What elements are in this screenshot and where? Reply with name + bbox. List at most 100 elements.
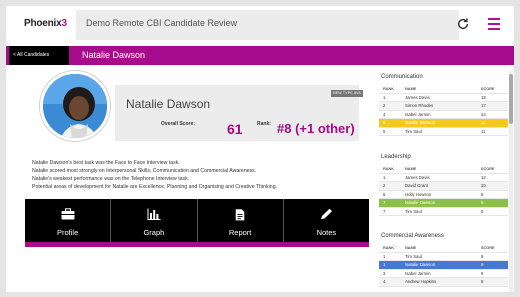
table-row[interactable]: 4 Andrew Hopkins 8 <box>379 278 508 287</box>
briefcase-icon <box>61 208 75 220</box>
action-tiles: Profile Graph Report Notes <box>25 199 369 247</box>
summary-line: Natalie Dawson's best task was the Face … <box>32 160 180 166</box>
status-badge: NEW TYPE AVA <box>331 90 363 97</box>
table-row[interactable]: 6 Holly Howson 6 <box>379 191 508 199</box>
name-column-header: NAME <box>405 246 417 250</box>
name-cell: Natalie Dawson <box>405 200 436 205</box>
score-cell: 5 <box>481 200 484 205</box>
score-cell: 18 <box>481 94 486 100</box>
table-row[interactable]: 1 James Davis 12 <box>379 174 508 182</box>
score-cell: 14 <box>481 111 486 117</box>
table-header: RANK NAME SCORE <box>379 85 508 94</box>
table-row[interactable]: 7 Tim Saul 5 <box>379 208 508 216</box>
pencil-icon <box>321 208 333 219</box>
table-row[interactable]: 2 David Grant 10 <box>379 182 508 191</box>
tile-label: Profile <box>56 228 79 237</box>
name-cell: Isabel Jarmin <box>405 270 431 276</box>
app-title: Demo Remote CBI Candidate Review <box>86 18 238 28</box>
hamburger-menu-icon[interactable] <box>488 18 500 30</box>
score-cell: 11 <box>481 120 486 125</box>
highlighted-table-row[interactable]: 7 Natalie Dawson 5 <box>379 199 508 208</box>
rank-cell: 5 <box>383 128 386 134</box>
table-row[interactable]: 1 Tim Saul 9 <box>379 253 508 261</box>
logo-accent: 3 <box>61 18 68 29</box>
rank-cell: 1 <box>383 174 386 180</box>
bar-chart-icon <box>147 208 161 220</box>
rank-cell: 2 <box>383 183 386 188</box>
rank-cell: 7 <box>383 208 386 214</box>
scrollbar-thumb[interactable] <box>509 74 513 124</box>
notes-tile-button[interactable]: Notes <box>284 199 369 247</box>
profile-name: Natalie Dawson <box>126 97 211 111</box>
commercial-awareness-title: Commercial Awareness <box>381 233 444 239</box>
name-column-header: NAME <box>405 167 417 171</box>
performance-summary: Natalie Dawson's best task was the Face … <box>32 159 362 191</box>
summary-line: Natalie scored most strongly on Interper… <box>32 168 257 174</box>
score-cell: 9 <box>481 270 484 276</box>
commercial-awareness-table: RANK NAME SCORE 1 Tim Saul 9 1 Natalie Daws… <box>379 244 508 287</box>
rank-cell: 7 <box>383 200 386 205</box>
name-cell: Tim Saul <box>405 253 422 259</box>
name-cell: Holly Howson <box>405 191 432 197</box>
name-column-header: NAME <box>405 87 417 91</box>
rank-cell: 5 <box>383 120 386 125</box>
rank-cell: 4 <box>383 279 386 284</box>
score-cell: 17 <box>481 103 486 108</box>
rank-cell: 1 <box>383 253 386 259</box>
name-cell: James Davis <box>405 174 430 180</box>
refresh-icon[interactable] <box>456 17 470 31</box>
profile-tile-button[interactable]: Profile <box>25 199 112 247</box>
score-column-header: SCORE <box>481 246 495 250</box>
rank-cell: 2 <box>383 103 386 108</box>
name-cell: Natalie Dawson <box>405 120 436 125</box>
rank-cell: 1 <box>383 262 386 267</box>
document-icon <box>235 209 245 221</box>
communication-table: RANK NAME SCORE 1 James Davis 18 2 Simon Rh… <box>379 85 508 136</box>
all-candidates-button[interactable]: < All Candidates <box>9 46 69 65</box>
table-header: RANK NAME SCORE <box>379 244 508 253</box>
logo-text: Phoenix <box>24 18 62 29</box>
graph-tile-button[interactable]: Graph <box>111 199 198 247</box>
name-cell: James Davis <box>405 94 430 100</box>
overall-score-label: Overall Score: <box>161 121 195 127</box>
overall-score-value: 61 <box>227 121 243 137</box>
name-cell: Tim Saul <box>405 128 422 134</box>
tile-label: Notes <box>316 228 337 237</box>
name-cell: Natalie Dawson <box>405 262 436 267</box>
table-row[interactable]: 5 Tim Saul 11 <box>379 128 508 136</box>
leadership-table: RANK NAME SCORE 1 James Davis 12 2 David Gr… <box>379 165 508 216</box>
rank-value: #8 (+1 other) <box>277 121 355 136</box>
score-column-header: SCORE <box>481 87 495 91</box>
rank-column-header: RANK <box>383 246 394 250</box>
table-row[interactable]: 4 Isabel Jarmin 14 <box>379 111 508 119</box>
score-cell: 12 <box>481 174 486 180</box>
header-candidate-name: Natalie Dawson <box>82 50 146 60</box>
score-cell: 5 <box>481 208 484 214</box>
report-tile-button[interactable]: Report <box>198 199 284 247</box>
summary-line: Potential areas of development for Natal… <box>32 184 278 190</box>
top-bar: Phoenix3 Demo Remote CBI Candidate Revie… <box>6 6 514 42</box>
table-header: RANK NAME SCORE <box>379 165 508 174</box>
name-cell: Tim Saul <box>405 208 422 214</box>
app-frame: Phoenix3 Demo Remote CBI Candidate Revie… <box>6 6 514 292</box>
score-cell: 10 <box>481 183 486 188</box>
rank-cell: 3 <box>383 270 386 276</box>
leadership-title: Leadership <box>381 154 411 160</box>
highlighted-table-row[interactable]: 5 Natalie Dawson 11 <box>379 119 508 128</box>
summary-line: Natalie's weakest performance was on the… <box>32 176 190 182</box>
communication-title: Communication <box>381 74 423 80</box>
score-cell: 11 <box>481 128 486 134</box>
tiles-accent-bar <box>25 242 369 247</box>
rank-cell: 1 <box>383 94 386 100</box>
name-cell: Isabel Jarmin <box>405 111 431 117</box>
rank-cell: 6 <box>383 191 386 197</box>
table-row[interactable]: 3 Isabel Jarmin 9 <box>379 270 508 278</box>
highlighted-table-row[interactable]: 1 Natalie Dawson 9 <box>379 261 508 270</box>
score-cell: 9 <box>481 262 484 267</box>
rank-label: Rank: <box>257 121 271 127</box>
table-row[interactable]: 1 James Davis 18 <box>379 94 508 102</box>
table-row[interactable]: 2 Simon Rhodes 17 <box>379 102 508 111</box>
name-cell: Simon Rhodes <box>405 103 434 108</box>
score-cell: 9 <box>481 253 484 259</box>
logo[interactable]: Phoenix3 <box>24 18 67 29</box>
